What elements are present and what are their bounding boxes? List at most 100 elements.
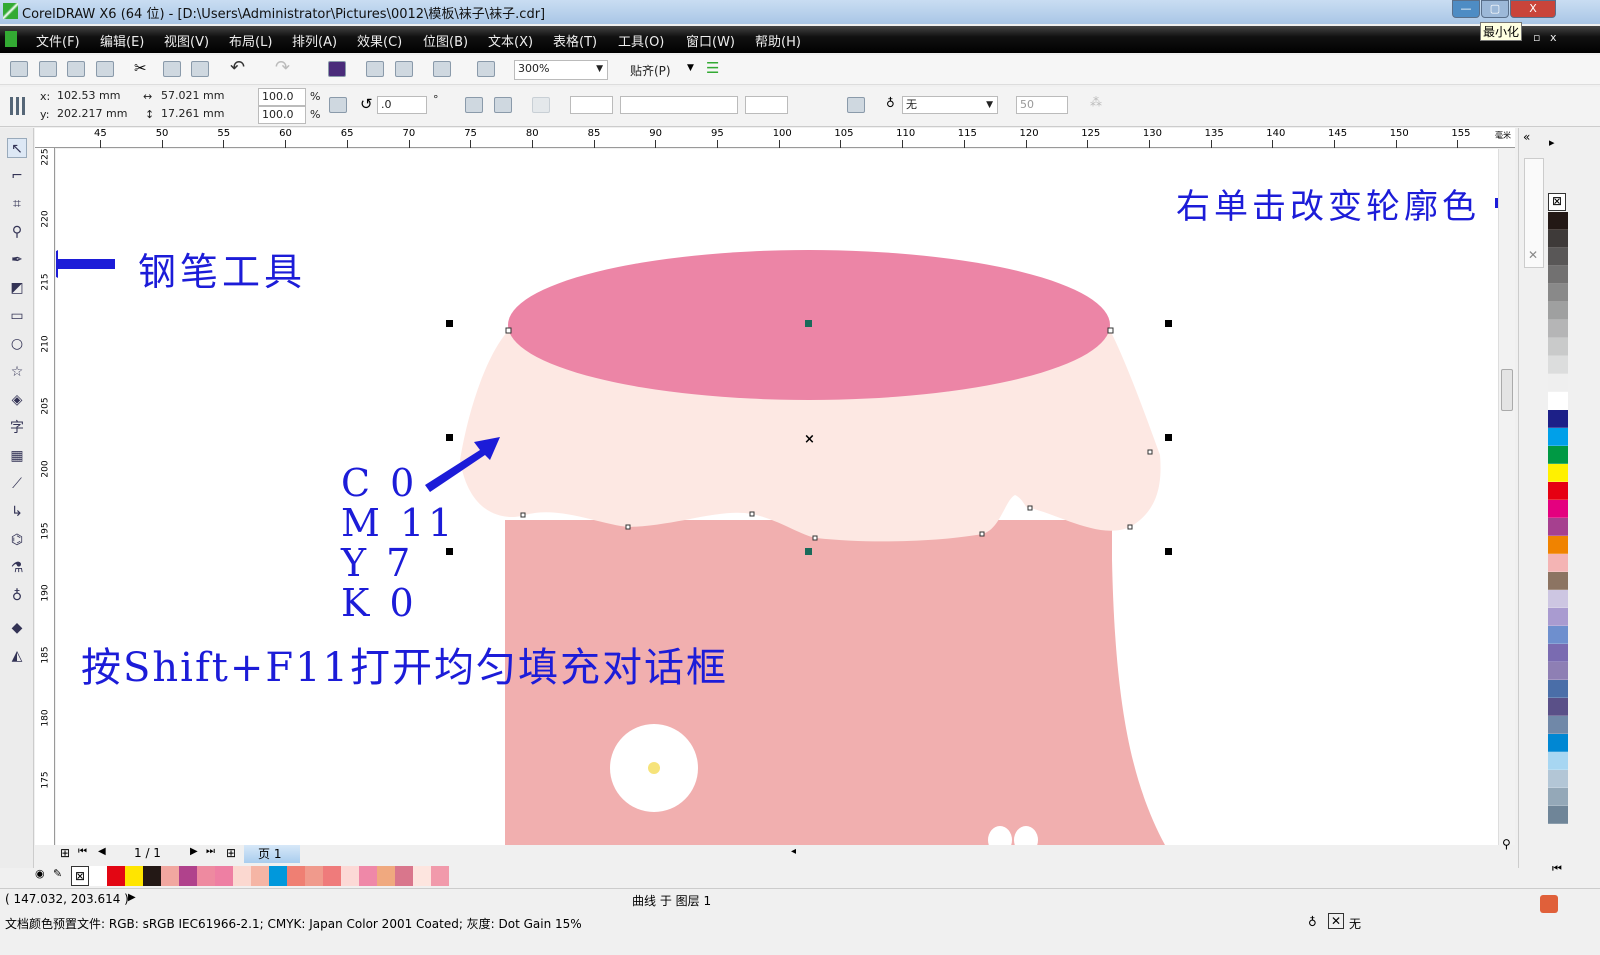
doc-close-icon[interactable]: x [1550,31,1557,44]
export-icon[interactable] [395,61,413,77]
coords-menu-icon[interactable]: ▶ [128,892,136,903]
color-swatch[interactable] [323,866,341,886]
table-tool-icon[interactable]: ▦ [7,446,27,466]
last-page-icon[interactable]: ⏭ [206,846,215,857]
import-icon[interactable] [366,61,384,77]
close-button[interactable]: X [1510,0,1556,18]
menu-window[interactable]: 窗口(W) [686,31,735,50]
corel-connect-icon[interactable] [328,61,346,77]
color-swatch[interactable] [341,866,359,886]
scale-y-input[interactable]: 100.0 [258,106,306,124]
width-input[interactable]: 57.021 mm [158,88,238,106]
color-swatch[interactable] [1548,518,1568,536]
color-swatch[interactable] [1548,374,1568,392]
first-page-icon[interactable]: ⏮ [78,846,87,857]
palette-end-icon[interactable]: ⏮ [1552,862,1562,876]
color-swatch[interactable] [395,866,413,886]
scale-x-input[interactable]: 100.0 [258,88,306,106]
color-swatch[interactable] [1548,554,1568,572]
eyedropper-icon[interactable]: ⚗ [7,558,27,578]
new-icon[interactable] [10,61,28,77]
color-swatch[interactable] [1548,356,1568,374]
copy-icon[interactable] [163,61,181,77]
start-arrow-select[interactable] [570,96,613,114]
color-swatch[interactable] [287,866,305,886]
color-swatch[interactable] [1548,338,1568,356]
color-swatch[interactable] [1548,770,1568,788]
lock-ratio-icon[interactable] [329,97,347,113]
color-swatch[interactable] [1548,284,1568,302]
color-swatch[interactable] [1548,734,1568,752]
publish-pdf-icon[interactable] [433,61,451,77]
menu-layout[interactable]: 布局(L) [229,31,272,50]
color-swatch[interactable] [1548,464,1568,482]
color-swatch[interactable] [1548,482,1568,500]
menu-file[interactable]: 文件(F) [36,31,80,50]
color-swatch[interactable] [1548,410,1568,428]
color-swatch[interactable] [1548,662,1568,680]
outline-tool-icon[interactable]: ♁ [7,586,27,606]
smoothing-input[interactable]: 50 [1016,96,1068,114]
doc-restore-icon[interactable]: ▫ [1533,31,1540,44]
no-color-swatch[interactable]: ⊠ [1548,193,1566,211]
end-arrow-select[interactable] [745,96,788,114]
next-page-icon[interactable]: ▶ [190,846,198,857]
print-icon[interactable] [96,61,114,77]
color-swatch[interactable] [1548,572,1568,590]
snap-dropdown-icon[interactable]: ▼ [687,63,694,73]
outline-icon[interactable] [847,97,865,113]
color-swatch[interactable] [1548,590,1568,608]
open-icon[interactable] [39,61,57,77]
color-swatch[interactable] [359,866,377,886]
menu-arrange[interactable]: 排列(A) [292,31,337,50]
color-swatch[interactable] [1548,266,1568,284]
menu-tools[interactable]: 工具(O) [618,31,664,50]
collapse-docker-icon[interactable]: « [1523,130,1530,144]
mirror-h-icon[interactable] [465,97,483,113]
color-swatch[interactable] [1548,392,1568,410]
color-swatch[interactable] [1548,752,1568,770]
pen-tool-icon[interactable]: ✒ [7,250,27,270]
horizontal-ruler[interactable]: 4550556065707580859095100105110115120125… [35,128,1515,148]
color-swatch[interactable] [1548,536,1568,554]
add-page-icon[interactable]: ⊞ [60,846,70,860]
color-swatch[interactable] [1548,806,1568,824]
color-swatch[interactable] [1548,680,1568,698]
fullscreen-icon[interactable] [477,61,495,77]
right-color-palette[interactable] [1548,212,1568,877]
y-position-input[interactable]: 202.217 mm [54,106,134,124]
no-color-swatch[interactable]: ⊠ [71,866,89,886]
page-tab[interactable]: 页 1 [244,845,300,863]
color-swatch[interactable] [1548,248,1568,266]
rectangle-tool-icon[interactable]: ▭ [7,306,27,326]
vertical-scrollbar[interactable]: ⚲ [1498,149,1515,845]
line-style-select[interactable] [620,96,738,114]
menu-help[interactable]: 帮助(H) [755,31,801,50]
color-swatch[interactable] [143,866,161,886]
smart-fill-icon[interactable]: ◩ [7,278,27,298]
auto-close-icon[interactable]: ⁂ [1090,95,1102,109]
prev-page-icon[interactable]: ◀ [98,846,106,857]
palette-menu-icon[interactable]: ◉ [35,867,53,880]
x-position-input[interactable]: 102.53 mm [54,88,134,106]
color-profile-info[interactable]: 文档颜色预置文件: RGB: sRGB IEC61966-2.1; CMYK: … [5,915,582,932]
interactive-fill-icon[interactable]: ◭ [7,646,27,666]
dimension-tool-icon[interactable]: ⟋ [7,474,27,494]
color-swatch[interactable] [215,866,233,886]
mirror-v-icon[interactable] [494,97,512,113]
reference-point-icon[interactable] [10,97,28,115]
options-icon[interactable]: ☰ [706,59,719,77]
menu-table[interactable]: 表格(T) [553,31,597,50]
color-swatch[interactable] [89,866,107,886]
color-swatch[interactable] [1548,428,1568,446]
polygon-tool-icon[interactable]: ☆ [7,362,27,382]
paste-icon[interactable] [191,61,209,77]
eyedropper-icon[interactable]: ✎ [53,867,71,880]
zoom-select[interactable]: 300%▼ [514,60,608,80]
user-icon[interactable] [1540,895,1558,913]
minimize-button[interactable]: — [1452,0,1480,18]
color-swatch[interactable] [107,866,125,886]
color-swatch[interactable] [125,866,143,886]
ellipse-tool-icon[interactable]: ○ [7,334,27,354]
color-swatch[interactable] [1548,212,1568,230]
